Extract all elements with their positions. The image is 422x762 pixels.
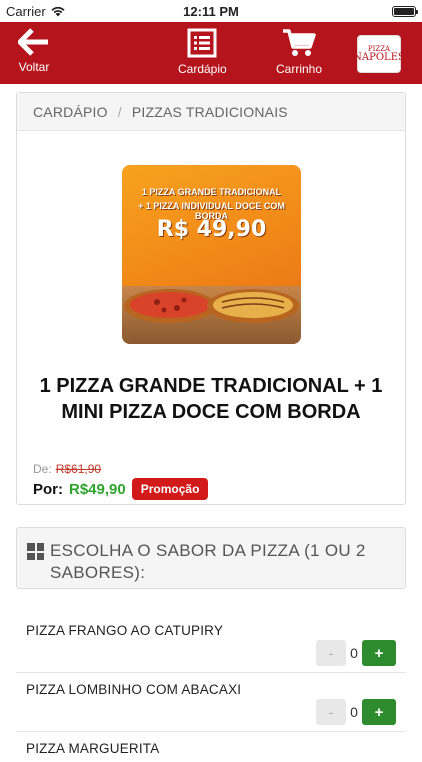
wifi-icon [51,6,65,17]
flavor-section-header: ESCOLHA O SABOR DA PIZZA (1 OU 2 SABORES… [16,527,406,589]
list-item: PIZZA FRANGO AO CATUPIRY - 0 + [16,614,406,673]
breadcrumb-separator: / [117,103,122,120]
grid-icon [27,543,44,560]
cart-button[interactable]: Carrinho [276,28,322,76]
quantity-value: 0 [350,645,358,661]
flavor-name: PIZZA MARGUERITA [26,741,160,756]
breadcrumb-item-pizzas: PIZZAS TRADICIONAIS [131,103,288,120]
restaurant-logo[interactable]: PIZZA NAPOLES [353,35,405,73]
image-text-line1: 1 PIZZA GRANDE TRADICIONAL [141,187,282,197]
breadcrumb-item-cardapio[interactable]: CARDÁPIO [33,104,108,120]
list-item: PIZZA LOMBINHO COM ABACAXI - 0 + [16,673,406,732]
product-card: CARDÁPIO / PIZZAS TRADICIONAIS 1 PIZZA G… [16,92,406,505]
flavor-section-title: ESCOLHA O SABOR DA PIZZA (1 OU 2 SABORES… [50,541,366,582]
back-label: Voltar [18,60,50,74]
decrease-button[interactable]: - [316,699,346,725]
quantity-stepper: - 0 + [316,699,396,725]
old-price-prefix: De: [33,462,52,476]
menu-list-icon [187,28,217,58]
flavor-name: PIZZA FRANGO AO CATUPIRY [26,623,224,638]
product-title: 1 PIZZA GRANDE TRADICIONAL + 1 MINI PIZZ… [39,375,383,423]
increase-button[interactable]: + [362,640,396,666]
pizza-board [122,286,301,344]
flavor-list: PIZZA FRANGO AO CATUPIRY - 0 + PIZZA LOM… [16,614,406,762]
quantity-value: 0 [350,704,358,720]
product-image: 1 PIZZA GRANDE TRADICIONAL + 1 PIZZA IND… [122,165,301,344]
breadcrumb: CARDÁPIO / PIZZAS TRADICIONAIS [17,93,405,131]
promo-badge: Promoção [131,478,209,500]
back-button[interactable]: Voltar [18,28,50,74]
carrier-label: Carrier [6,3,46,19]
arrow-left-icon [18,28,48,56]
cart-label: Carrinho [276,62,323,76]
status-left: Carrier [6,4,66,19]
logo-text-main: NAPOLES [353,51,405,63]
increase-button[interactable]: + [362,699,396,725]
flavor-name: PIZZA LOMBINHO COM ABACAXI [26,682,242,697]
decrease-button[interactable]: - [316,640,346,666]
battery-icon [392,5,418,17]
old-price: De: R$61,90 [33,462,101,476]
current-price-prefix: Por: [33,480,63,498]
old-price-value: R$61,90 [55,462,102,476]
shopping-cart-icon [283,29,316,56]
status-bar: Carrier 12:11 PM [0,0,422,22]
menu-button[interactable]: Cardápio [178,28,227,76]
current-price-value: R$49,90 [69,480,126,498]
image-price: R$ 49,90 [156,217,267,242]
current-price: Por: R$49,90 Promoção [33,478,209,500]
menu-label: Cardápio [178,62,227,76]
top-navbar: Voltar Cardápio Carrinho PIZZA NAPOLES [0,22,422,84]
list-item: PIZZA MARGUERITA [16,732,406,762]
quantity-stepper: - 0 + [316,640,396,666]
